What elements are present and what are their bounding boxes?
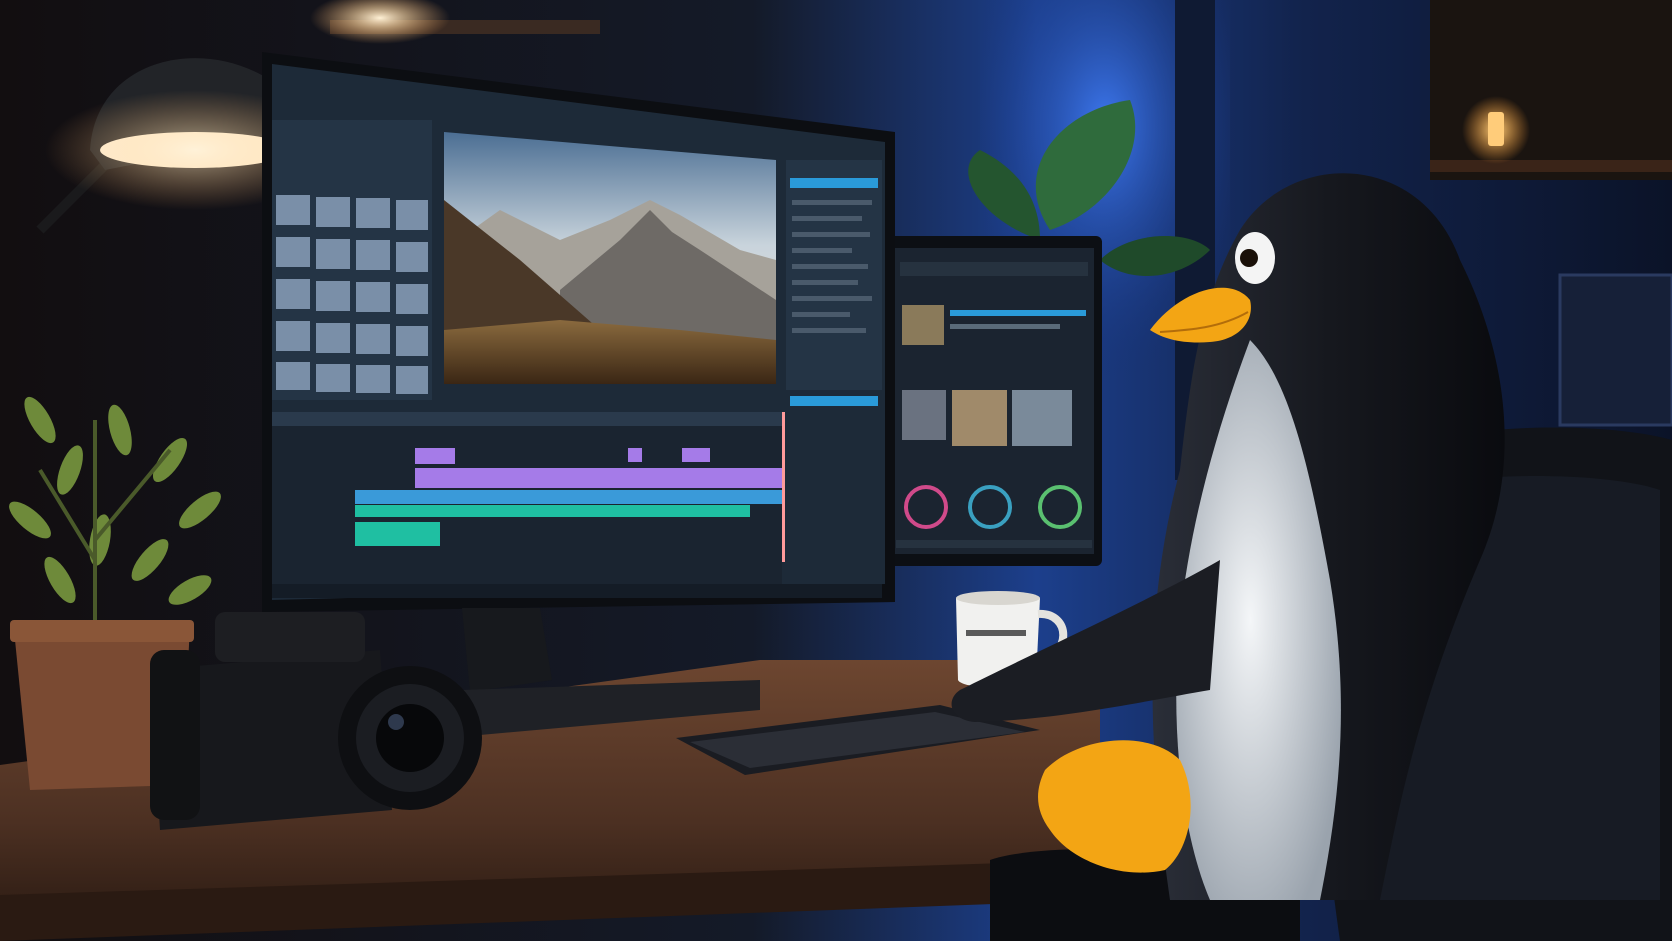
penguin-pupil: [1240, 249, 1258, 267]
desk-scene: [0, 0, 1672, 941]
candle: [1488, 112, 1504, 146]
monitor-stand: [462, 608, 552, 692]
timeline-clip-4: [415, 468, 782, 488]
thumb-3: [952, 390, 1007, 446]
secondary-monitor: [886, 236, 1102, 566]
thumb-1: [902, 305, 944, 345]
timeline-clip-1: [415, 448, 455, 464]
timeline-clip-6: [355, 505, 750, 517]
thumb-2: [902, 390, 946, 440]
wall-frame-right: [1558, 273, 1672, 427]
timeline-clip-2: [628, 448, 642, 462]
shelf-board-right: [1430, 160, 1672, 172]
inspector-panel: [786, 160, 882, 390]
shelf-unit-right: [1430, 0, 1672, 180]
playhead: [782, 412, 785, 562]
preview-viewer: [444, 132, 776, 384]
timeline-clip-7: [355, 522, 440, 546]
timeline-clip-5: [355, 490, 782, 504]
thumb-4: [1012, 390, 1072, 446]
timeline-clip-3: [682, 448, 710, 462]
main-monitor: [262, 52, 895, 612]
